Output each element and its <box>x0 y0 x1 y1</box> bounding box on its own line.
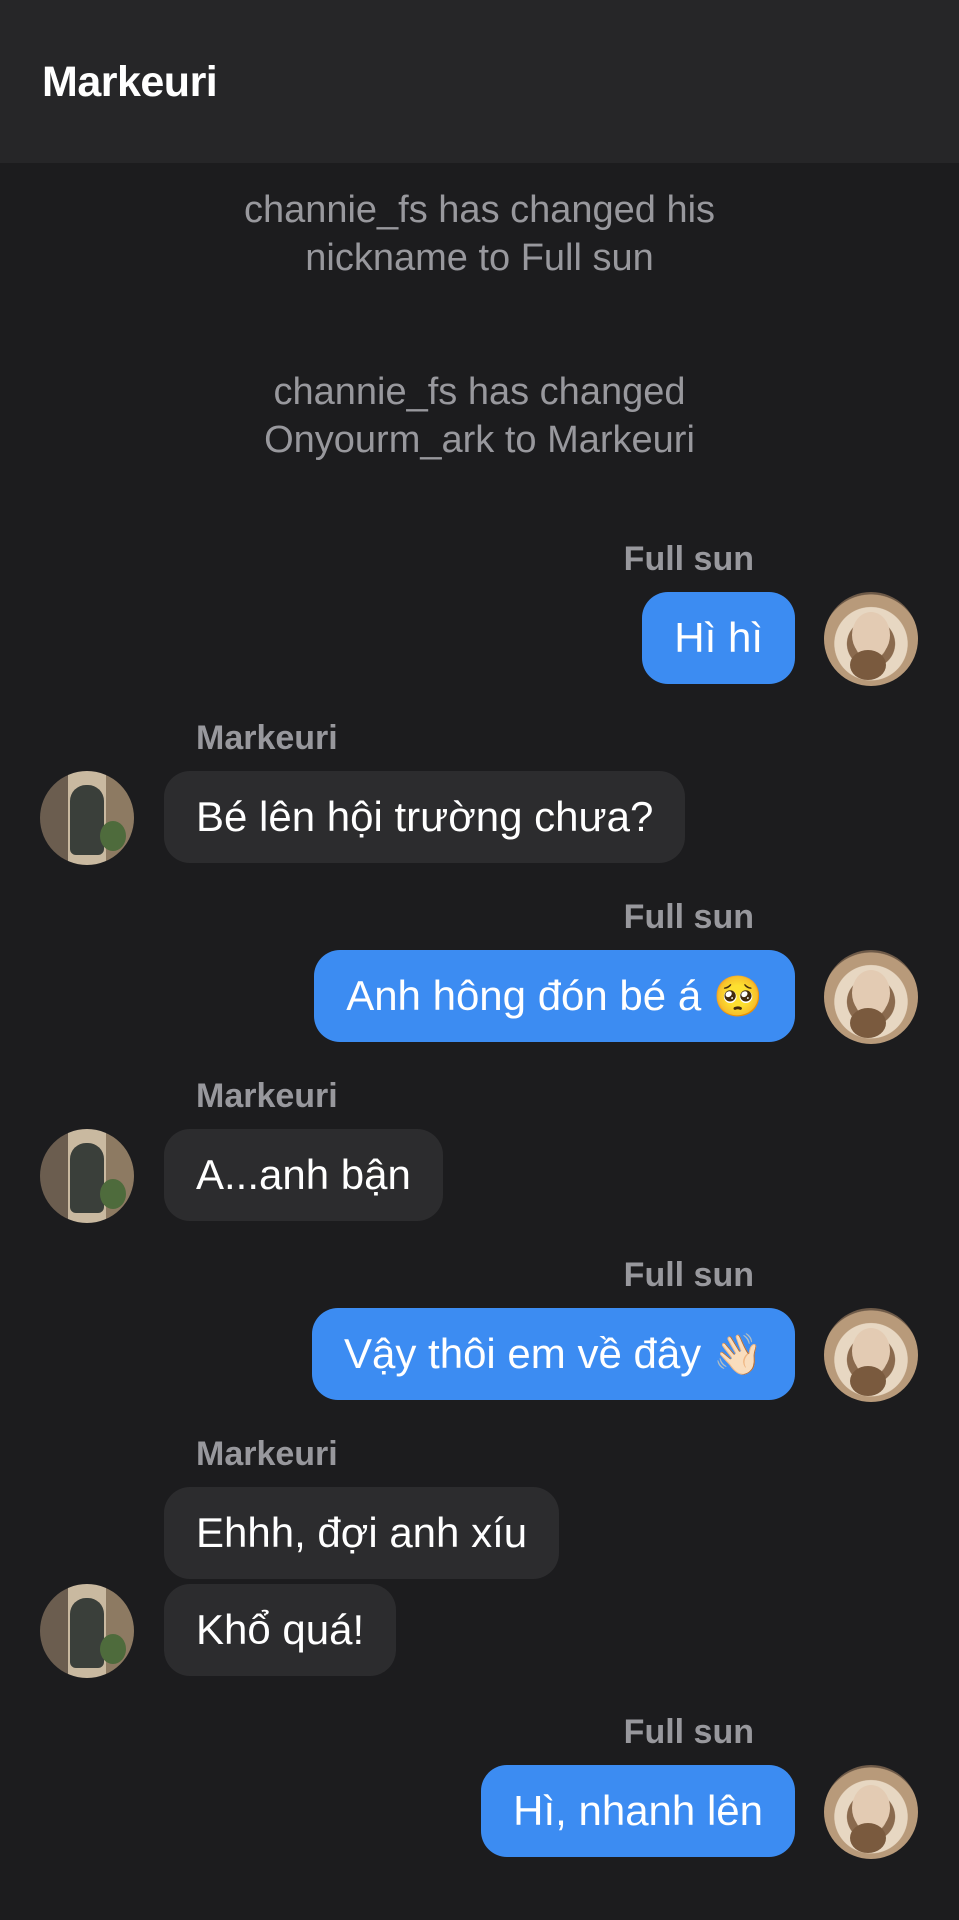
my-avatar-icon[interactable] <box>824 592 918 686</box>
sender-name: Full sun <box>623 540 754 578</box>
system-message-line: channie_fs has changed his <box>243 189 716 231</box>
my-avatar-icon[interactable] <box>824 950 918 1044</box>
outgoing-message-bubble[interactable]: Hì, nhanh lên <box>481 1765 795 1857</box>
avatar-plant-icon <box>100 1179 126 1209</box>
incoming-message-bubble[interactable]: Khổ quá! <box>164 1584 397 1676</box>
message-text: A...anh bận <box>196 1151 411 1198</box>
system-message-line: nickname to Full sun <box>305 237 654 279</box>
pleading-face-emoji: 🥺 <box>713 974 763 1020</box>
waving-hand-emoji: 👋🏻 <box>713 1332 763 1378</box>
avatar-plant-icon <box>100 1634 126 1664</box>
outgoing-message-bubble[interactable]: Vậy thôi em về đây 👋🏻 <box>312 1308 795 1400</box>
avatar-bear-icon <box>850 1366 886 1396</box>
sender-name: Full sun <box>623 898 754 936</box>
avatar-figure-icon <box>70 785 104 855</box>
sender-name: Markeuri <box>196 1077 338 1115</box>
incoming-message-bubble[interactable]: A...anh bận <box>164 1129 443 1221</box>
avatar-bear-icon <box>850 650 886 680</box>
contact-avatar-icon[interactable] <box>40 1129 134 1223</box>
contact-avatar-icon[interactable] <box>40 1584 134 1678</box>
incoming-message-bubble[interactable]: Bé lên hội trường chưa? <box>164 771 686 863</box>
incoming-message-bubble[interactable]: Ehhh, đợi anh xíu <box>164 1487 560 1579</box>
avatar-bear-icon <box>850 1008 886 1038</box>
system-message-line: Onyourm_ark to Markeuri <box>264 419 695 461</box>
avatar-bear-icon <box>850 1823 886 1853</box>
sender-name: Markeuri <box>196 719 338 757</box>
message-text: Ehhh, đợi anh xíu <box>196 1509 528 1556</box>
avatar-plant-icon <box>100 821 126 851</box>
message-text: Bé lên hội trường chưa? <box>196 793 654 840</box>
my-avatar-icon[interactable] <box>824 1308 918 1402</box>
sender-name: Full sun <box>623 1713 754 1751</box>
avatar-figure-icon <box>70 1143 104 1213</box>
message-text: Khổ quá! <box>196 1606 365 1653</box>
outgoing-message-bubble[interactable]: Anh hông đón bé á 🥺 <box>314 950 795 1042</box>
message-text: Vậy thôi em về đây <box>344 1330 702 1377</box>
message-text: Anh hông đón bé á <box>346 972 702 1019</box>
system-message-line: channie_fs has changed <box>273 371 686 413</box>
outgoing-message-bubble[interactable]: Hì hì <box>642 592 795 684</box>
sender-name: Full sun <box>623 1256 754 1294</box>
contact-avatar-icon[interactable] <box>40 771 134 865</box>
my-avatar-icon[interactable] <box>824 1765 918 1859</box>
message-text: Hì, nhanh lên <box>513 1787 763 1834</box>
system-message-rename: channie_fs has changed Onyourm_ark to Ma… <box>0 368 959 464</box>
chat-header: Markeuri <box>0 0 959 163</box>
system-message-nickname: channie_fs has changed his nickname to F… <box>0 186 959 282</box>
message-text: Hì hì <box>674 614 763 661</box>
sender-name: Markeuri <box>196 1435 338 1473</box>
avatar-figure-icon <box>70 1598 104 1668</box>
chat-title[interactable]: Markeuri <box>42 58 218 107</box>
